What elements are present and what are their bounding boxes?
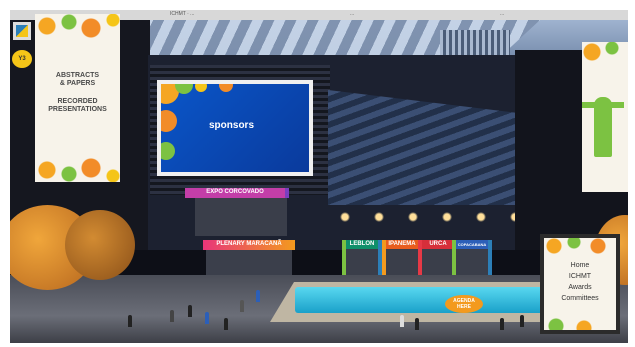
avatar	[205, 312, 209, 324]
statue-icon	[594, 97, 612, 157]
avatar	[224, 318, 228, 330]
decor-circle	[219, 84, 233, 92]
room-label: LEBLON	[346, 240, 378, 249]
room-label: URCA	[422, 240, 454, 249]
ceiling-lights	[335, 210, 515, 224]
menu-item-awards[interactable]: Awards	[544, 282, 616, 293]
avatar	[188, 305, 192, 317]
banner-decoration	[582, 42, 628, 66]
avatar	[400, 315, 404, 327]
app-logo-icon[interactable]	[13, 22, 31, 40]
expo-entrance[interactable]	[195, 198, 287, 236]
avatar	[128, 315, 132, 327]
decor-circle	[161, 110, 177, 132]
room-ipanema[interactable]: IPANEMA	[382, 240, 422, 276]
banner-line: ABSTRACTS	[55, 72, 100, 79]
browser-tab[interactable]: ...	[350, 11, 354, 17]
autumn-tree-left-back	[65, 210, 135, 280]
side-menu: Home ICHMT Awards Committees	[544, 260, 616, 304]
browser-tab[interactable]: ICHMT · ...	[170, 11, 194, 17]
christ-redeemer-banner	[582, 42, 628, 192]
avatar	[520, 315, 524, 327]
agenda-button[interactable]: AGENDA HERE	[445, 295, 483, 313]
room-label: IPANEMA	[386, 240, 418, 249]
room-label: COPACABANA	[456, 240, 488, 249]
avatar	[500, 318, 504, 330]
decor-circle	[161, 142, 175, 160]
avatar	[256, 290, 260, 302]
side-menu-panel: Home ICHMT Awards Committees	[540, 234, 620, 334]
sponsors-label: sponsors	[209, 120, 255, 131]
pool	[295, 287, 550, 313]
room-copacabana[interactable]: COPACABANA	[452, 240, 492, 276]
plenary-maracana-sign[interactable]: PLENARY MARACANÃ	[203, 240, 295, 250]
side-menu-board: Home ICHMT Awards Committees	[544, 238, 616, 330]
avatar	[170, 310, 174, 322]
sponsors-screen[interactable]: sponsors	[157, 80, 313, 176]
avatar	[240, 300, 244, 312]
banner-line: PRESENTATIONS	[48, 106, 107, 113]
browser-tab[interactable]: ...	[500, 11, 504, 17]
menu-decoration	[544, 238, 616, 256]
menu-item-ichmt[interactable]: ICHMT	[544, 271, 616, 282]
menu-item-committees[interactable]: Committees	[544, 293, 616, 304]
banner-line: & PAPERS	[59, 80, 96, 87]
virtual-venue-scene: ICHMT · ... ... ... Y3 ABSTRACTS & PAPER…	[10, 10, 628, 343]
decor-circle	[195, 84, 207, 92]
agenda-label: HERE	[457, 304, 471, 310]
expo-corcovado-sign[interactable]: EXPO CORCOVADO	[185, 188, 289, 198]
abstracts-banner[interactable]: ABSTRACTS & PAPERS RECORDED PRESENTATION…	[35, 14, 120, 182]
menu-decoration	[544, 316, 616, 330]
menu-item-home[interactable]: Home	[544, 260, 616, 271]
banner-decoration	[35, 14, 120, 38]
banner-line: RECORDED	[57, 98, 98, 105]
avatar	[415, 318, 419, 330]
sponsors-display: sponsors	[161, 84, 309, 172]
user-badge[interactable]: Y3	[12, 50, 32, 68]
banner-decoration	[35, 158, 120, 182]
room-leblon[interactable]: LEBLON	[342, 240, 382, 276]
